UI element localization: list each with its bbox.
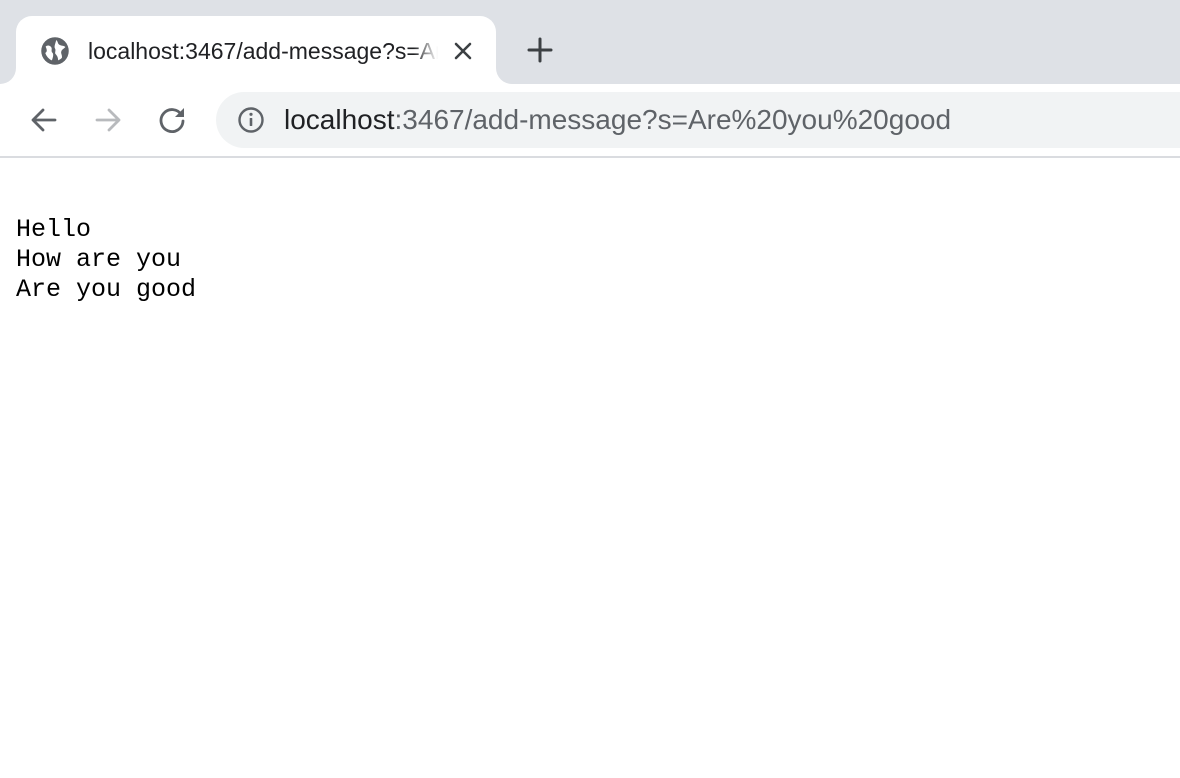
tab-corner-right	[496, 68, 512, 84]
arrow-right-icon	[88, 100, 128, 140]
message-line: How are you	[16, 245, 182, 274]
tab-corner-left	[0, 68, 16, 84]
url-host: localhost	[284, 104, 395, 135]
globe-icon	[40, 36, 70, 66]
page-content: Hello How are you Are you good	[16, 215, 196, 305]
address-bar[interactable]: localhost:3467/add-message?s=Are%20you%2…	[216, 92, 1180, 148]
close-icon[interactable]	[448, 36, 478, 66]
reload-icon[interactable]	[152, 100, 192, 140]
tab-title: localhost:3467/add-message?s=Are%20you%2…	[88, 38, 438, 64]
url-text[interactable]: localhost:3467/add-message?s=Are%20you%2…	[284, 104, 951, 136]
info-icon[interactable]	[236, 105, 266, 135]
arrow-left-icon[interactable]	[24, 100, 64, 140]
message-line: Are you good	[16, 275, 197, 304]
message-line: Hello	[16, 215, 92, 244]
url-path: :3467/add-message?s=Are%20you%20good	[394, 104, 952, 135]
browser-toolbar: localhost:3467/add-message?s=Are%20you%2…	[0, 84, 1180, 158]
tab-strip: localhost:3467/add-message?s=Are%20you%2…	[0, 0, 1180, 84]
tab-active[interactable]: localhost:3467/add-message?s=Are%20you%2…	[16, 16, 496, 84]
plus-icon[interactable]	[520, 30, 560, 70]
